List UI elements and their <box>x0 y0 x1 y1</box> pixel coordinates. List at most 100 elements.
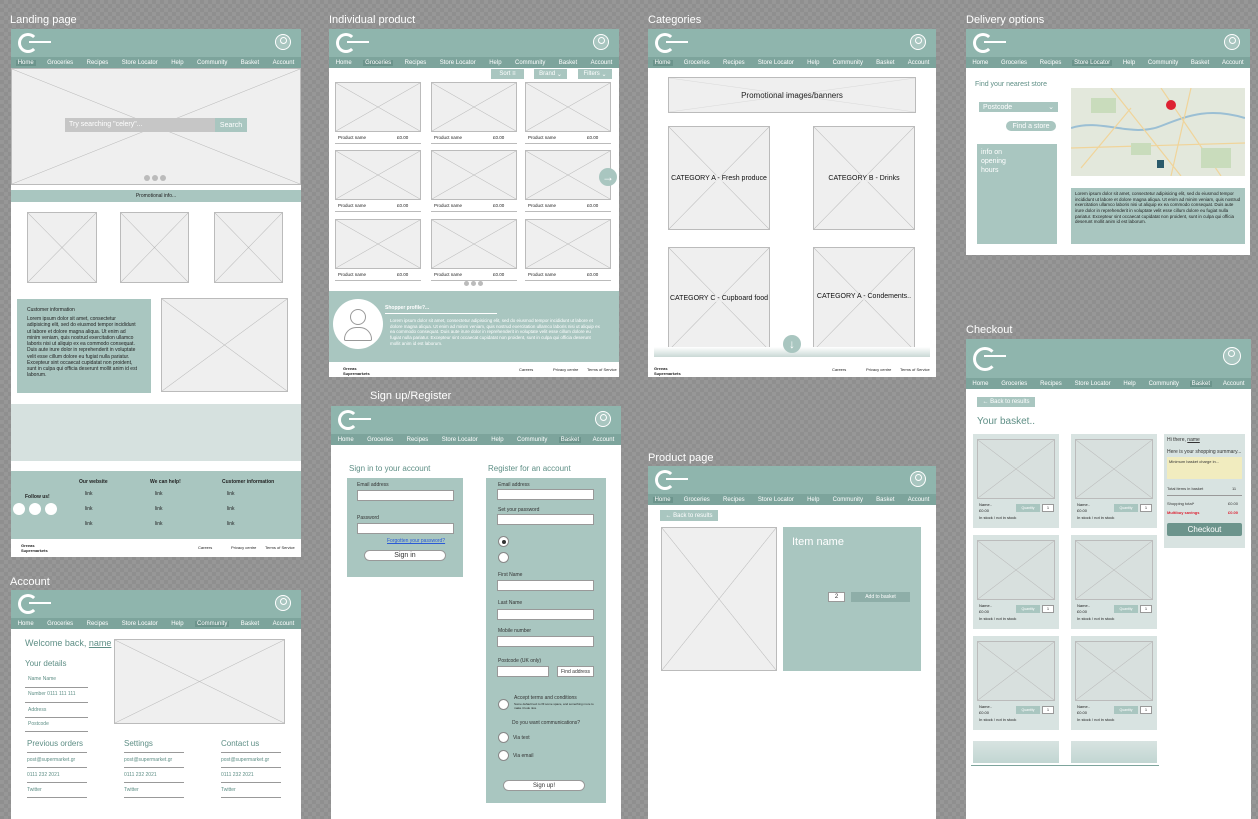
nav-item-store-locator[interactable]: Store Locator <box>120 60 160 66</box>
nav-item-help[interactable]: Help <box>169 621 185 627</box>
nav-item-groceries[interactable]: Groceries <box>363 59 394 66</box>
nav-item-groceries[interactable]: Groceries <box>45 60 75 66</box>
postcode-dropdown[interactable]: Postcode ⌄ <box>979 102 1058 112</box>
basket-item-image[interactable] <box>977 641 1055 701</box>
settings-heading[interactable]: Settings <box>124 739 153 748</box>
radio-option[interactable] <box>498 552 509 563</box>
category-card-b[interactable]: CATEGORY B - Drinks <box>813 126 915 230</box>
carousel-dot[interactable] <box>160 175 166 181</box>
nav-item-help[interactable]: Help <box>805 60 821 66</box>
back-to-results-button[interactable]: ← Back to results <box>660 510 718 521</box>
nav-item-home[interactable]: Home <box>652 496 673 503</box>
arrow-down-icon[interactable]: ↓ <box>783 335 801 353</box>
nav-item-community[interactable]: Community <box>195 620 230 627</box>
contact-item[interactable]: Twitter <box>221 787 236 793</box>
quantity-stepper[interactable]: 1 <box>1042 605 1054 613</box>
register-email-input[interactable] <box>497 489 594 500</box>
first-name-input[interactable] <box>497 580 594 591</box>
basket-item-image[interactable] <box>977 439 1055 499</box>
settings-item[interactable]: 0111 232 2021 <box>124 772 157 778</box>
careers-link[interactable]: Careers <box>198 545 212 550</box>
nav-item-community[interactable]: Community <box>831 497 865 503</box>
nav-item-store-locator[interactable]: Store Locator <box>1073 381 1113 387</box>
sort-button[interactable]: Sort ≡ <box>491 69 524 79</box>
nav-item-account[interactable]: Account <box>271 621 297 627</box>
nav-item-groceries[interactable]: Groceries <box>999 381 1029 387</box>
nav-item-store-locator[interactable]: Store Locator <box>1072 59 1113 66</box>
nav-item-home[interactable]: Home <box>970 60 990 66</box>
nav-item-store-locator[interactable]: Store Locator <box>438 60 478 66</box>
nav-item-home[interactable]: Home <box>970 381 990 387</box>
via-text-radio[interactable] <box>498 732 509 743</box>
nav-item-help[interactable]: Help <box>169 60 185 66</box>
product-name[interactable]: Product name <box>528 203 556 208</box>
category-card-a[interactable]: CATEGORY A - Fresh produce <box>668 126 770 230</box>
store-marker-icon[interactable] <box>1157 160 1164 168</box>
contact-heading[interactable]: Contact us <box>221 739 259 748</box>
privacy-link[interactable]: Privacy centre <box>553 367 578 372</box>
checkout-button[interactable]: Checkout <box>1167 523 1242 536</box>
product-image[interactable] <box>525 82 611 132</box>
radio-option[interactable] <box>498 536 509 547</box>
product-image[interactable] <box>431 150 517 200</box>
quantity-stepper[interactable]: 1 <box>1140 706 1152 714</box>
nav-item-basket[interactable]: Basket <box>1189 380 1213 387</box>
find-address-button[interactable]: Find address <box>557 666 594 677</box>
nav-item-basket[interactable]: Basket <box>1189 60 1211 66</box>
social-icon[interactable] <box>45 503 57 515</box>
nav-item-help[interactable]: Help <box>1121 381 1137 387</box>
privacy-link[interactable]: Privacy centre <box>866 367 891 372</box>
settings-item[interactable]: Twitter <box>124 787 139 793</box>
nav-item-basket[interactable]: Basket <box>239 621 261 627</box>
footer-link[interactable]: link <box>85 491 93 497</box>
nav-item-account[interactable]: Account <box>1221 381 1247 387</box>
quantity-input[interactable]: 2 <box>828 592 845 602</box>
product-image[interactable] <box>335 219 421 269</box>
terms-link[interactable]: Terms of Service <box>587 367 617 372</box>
carousel-dot[interactable] <box>464 281 469 286</box>
nav-item-home[interactable]: Home <box>16 621 36 627</box>
nav-item-store-locator[interactable]: Store Locator <box>756 497 796 503</box>
nav-item-community[interactable]: Community <box>513 60 547 66</box>
mobile-input[interactable] <box>497 636 594 647</box>
promo-image[interactable] <box>120 212 189 283</box>
nav-item-home[interactable]: Home <box>15 59 36 66</box>
contact-item[interactable]: post@supermarket.gr <box>221 757 269 763</box>
signin-email-input[interactable] <box>357 490 454 501</box>
signup-button[interactable]: Sign up! <box>503 780 585 791</box>
avatar-icon[interactable] <box>1223 347 1241 365</box>
promo-banner[interactable]: Promotional images/banners <box>668 77 916 113</box>
nav-item-community[interactable]: Community <box>195 60 229 66</box>
avatar-icon[interactable] <box>593 34 609 50</box>
nav-item-recipes[interactable]: Recipes <box>85 621 111 627</box>
contact-item[interactable]: 0111 232 2021 <box>221 772 254 778</box>
footer-link[interactable]: link <box>155 506 163 512</box>
nav-item-home[interactable]: Home <box>336 437 356 443</box>
nav-item-help[interactable]: Help <box>487 60 503 66</box>
nav-item-basket[interactable]: Basket <box>874 497 896 503</box>
store-map[interactable] <box>1071 88 1245 176</box>
footer-link[interactable]: link <box>85 521 93 527</box>
quantity-stepper[interactable]: 1 <box>1140 504 1152 512</box>
nav-item-groceries[interactable]: Groceries <box>682 497 712 503</box>
search-input[interactable]: Try searching "celery"... <box>65 118 215 132</box>
nav-item-account[interactable]: Account <box>271 60 297 66</box>
search-button[interactable]: Search <box>215 118 247 132</box>
carousel-dot[interactable] <box>144 175 150 181</box>
basket-item-image[interactable] <box>1075 540 1153 600</box>
careers-link[interactable]: Careers <box>519 367 533 372</box>
product-image[interactable] <box>335 150 421 200</box>
basket-item-image[interactable] <box>1075 641 1153 701</box>
nav-item-recipes[interactable]: Recipes <box>85 60 111 66</box>
nav-item-community[interactable]: Community <box>1146 60 1180 66</box>
nav-item-account[interactable]: Account <box>589 60 615 66</box>
basket-item-image[interactable] <box>977 540 1055 600</box>
last-name-input[interactable] <box>497 609 594 620</box>
back-to-results-button[interactable]: ← Back to results <box>977 397 1035 407</box>
arrow-right-icon[interactable]: → <box>599 168 617 186</box>
category-card-d[interactable]: CATEGORY A - Condements.. <box>813 247 915 351</box>
nav-item-help[interactable]: Help <box>489 437 505 443</box>
forgot-password-link[interactable]: Forgotten your password? <box>387 538 445 544</box>
nav-item-home[interactable]: Home <box>334 60 354 66</box>
product-name[interactable]: Product name <box>528 135 556 140</box>
